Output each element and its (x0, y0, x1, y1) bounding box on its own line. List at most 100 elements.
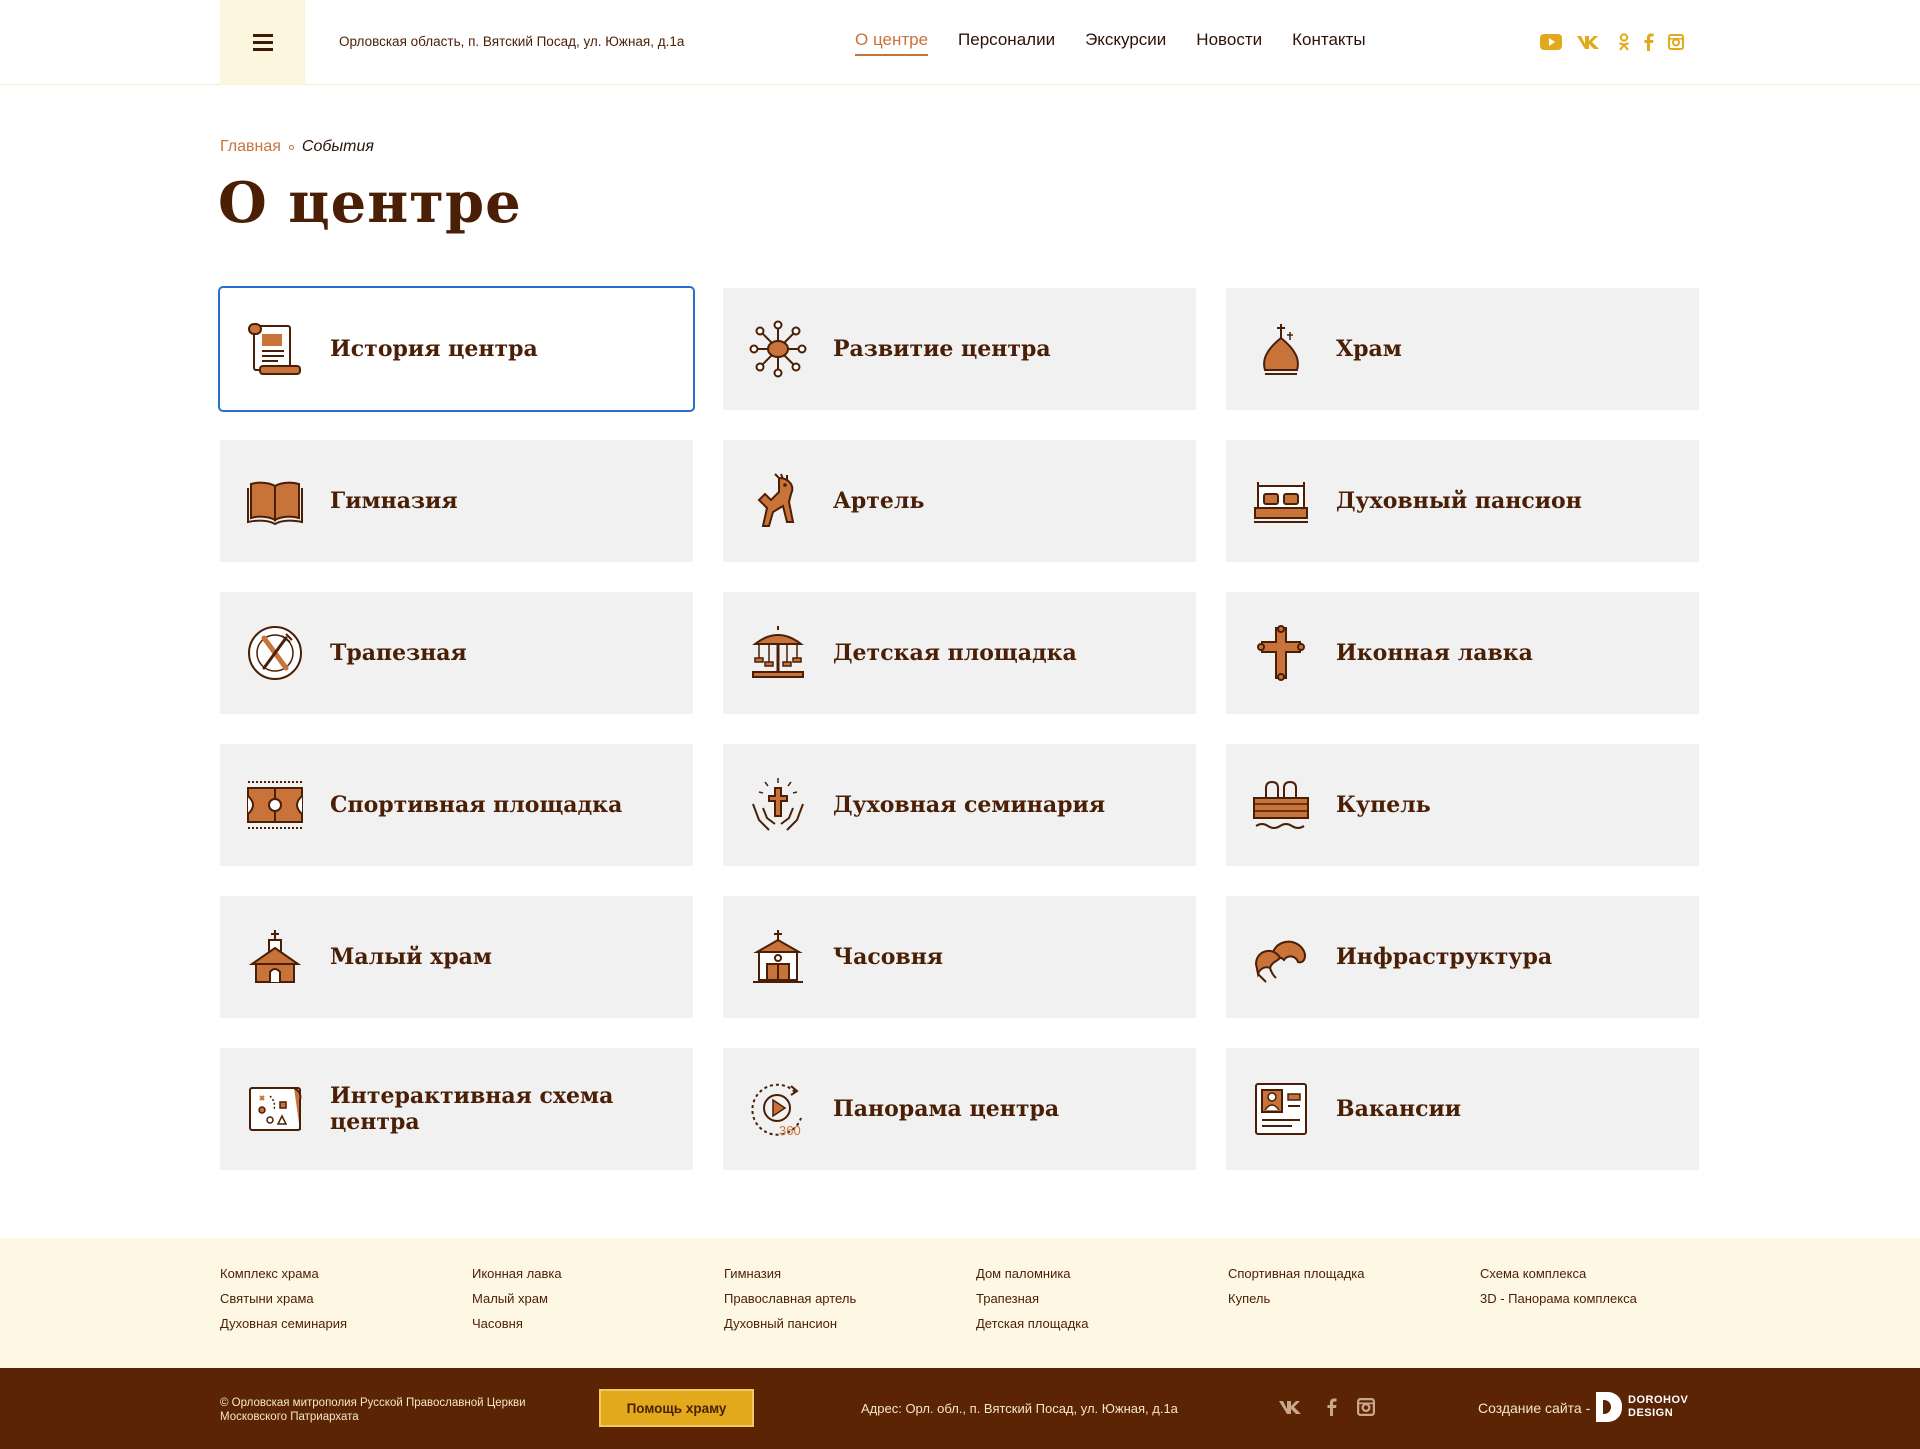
card-label: Купель (1336, 792, 1431, 818)
footer-link[interactable]: Дом паломника (976, 1266, 1228, 1281)
vk-icon[interactable] (1576, 33, 1604, 51)
card-icon-shop[interactable]: Иконная лавка (1226, 592, 1699, 714)
footer-link[interactable]: Малый храм (472, 1291, 724, 1306)
footer-link[interactable]: Духовный пансион (724, 1316, 976, 1331)
help-temple-button[interactable]: Помощь храму (599, 1389, 754, 1427)
card-label: Спортивная площадка (330, 792, 623, 818)
facebook-icon[interactable] (1644, 33, 1654, 51)
footer-links: Комплекс храма Святыни храма Духовная се… (0, 1238, 1920, 1368)
breadcrumb: Главная События (220, 138, 374, 156)
card-vacancies[interactable]: Вакансии (1226, 1048, 1699, 1170)
facebook-icon[interactable] (1327, 1398, 1337, 1421)
footer-column: Спортивная площадка Купель (1228, 1266, 1480, 1331)
church-dome-icon (1263, 324, 1299, 375)
card-seminary[interactable]: Духовная семинария (723, 744, 1196, 866)
nav-item-excursions[interactable]: Экскурсии (1085, 30, 1166, 56)
card-panorama[interactable]: 360 Панорама центра (723, 1048, 1196, 1170)
menu-burger-button[interactable] (220, 0, 305, 85)
resume-icon (1255, 1083, 1307, 1135)
card-label: Иконная лавка (1336, 640, 1533, 666)
footer-link[interactable]: Часовня (472, 1316, 724, 1331)
studio-name-line2: DESIGN (1628, 1407, 1674, 1419)
footer-link[interactable]: Иконная лавка (472, 1266, 724, 1281)
footer-link[interactable]: Детская площадка (976, 1316, 1228, 1331)
chapel-icon (753, 930, 803, 983)
footer-link[interactable]: Купель (1228, 1291, 1480, 1306)
card-label: Вакансии (1336, 1096, 1462, 1122)
main-nav: О центре Персоналии Экскурсии Новости Ко… (855, 30, 1366, 56)
vk-icon[interactable] (1277, 1399, 1307, 1420)
card-infrastructure[interactable]: Инфраструктура (1226, 896, 1699, 1018)
carousel-icon (752, 626, 804, 678)
footer-link[interactable]: Гимназия (724, 1266, 976, 1281)
card-label: Трапезная (330, 640, 467, 666)
card-label: Панорама центра (833, 1096, 1060, 1122)
footer-link[interactable]: Трапезная (976, 1291, 1228, 1306)
card-label: Храм (1336, 336, 1402, 362)
card-label: История центра (330, 336, 538, 362)
card-temple[interactable]: Храм (1226, 288, 1699, 410)
nav-item-about[interactable]: О центре (855, 30, 929, 56)
nav-item-contacts[interactable]: Контакты (1292, 30, 1365, 56)
card-artel[interactable]: Артель (723, 440, 1196, 562)
footer-link[interactable]: Спортивная площадка (1228, 1266, 1480, 1281)
domes-icon (1254, 940, 1306, 983)
footer-column: Комплекс храма Святыни храма Духовная се… (220, 1266, 472, 1331)
section-grid: История центра Развитие центра Храм Гимн… (218, 286, 1701, 1170)
footer-social (1277, 1398, 1375, 1421)
small-church-icon (248, 930, 302, 983)
footer-link[interactable]: Святыни храма (220, 1291, 472, 1306)
network-icon (749, 320, 807, 378)
card-label: Детская площадка (833, 640, 1077, 666)
card-small-temple[interactable]: Малый храм (220, 896, 693, 1018)
card-label: Развитие центра (833, 336, 1051, 362)
header-social (1540, 33, 1684, 51)
footer-address: Адрес: Орл. обл., п. Вятский Посад, ул. … (861, 1401, 1178, 1416)
hands-cross-icon (752, 778, 804, 831)
nav-item-persons[interactable]: Персоналии (958, 30, 1055, 56)
court-icon (247, 781, 303, 829)
scroll-icon (248, 323, 301, 375)
footer-column: Схема комплекса 3D - Панорама комплекса (1480, 1266, 1732, 1331)
studio-name-line1: DOROHOV (1628, 1394, 1689, 1406)
created-by-label: Создание сайта - (1478, 1400, 1591, 1416)
site-footer: © Орловская митрополия Русской Православ… (0, 1368, 1920, 1449)
card-label: Артель (833, 488, 925, 514)
breadcrumb-current: События (301, 138, 374, 155)
pool-icon (1253, 780, 1309, 829)
footer-link[interactable]: 3D - Панорама комплекса (1480, 1291, 1732, 1306)
card-chapel[interactable]: Часовня (723, 896, 1196, 1018)
card-label: Инфраструктура (1336, 944, 1553, 970)
footer-column: Дом паломника Трапезная Детская площадка (976, 1266, 1228, 1331)
card-interactive-map[interactable]: Интерактивная схема центра (220, 1048, 693, 1170)
cross-icon (1257, 625, 1305, 681)
card-development[interactable]: Развитие центра (723, 288, 1196, 410)
studio-logo[interactable]: DOROHOV DESIGN (1596, 1392, 1688, 1422)
footer-link[interactable]: Духовная семинария (220, 1316, 472, 1331)
card-label: Интерактивная схема центра (330, 1083, 614, 1135)
breadcrumb-separator (288, 144, 294, 150)
breadcrumb-home-link[interactable]: Главная (220, 138, 281, 156)
card-gymnasium[interactable]: Гимназия (220, 440, 693, 562)
card-sports[interactable]: Спортивная площадка (220, 744, 693, 866)
youtube-icon[interactable] (1540, 33, 1562, 51)
card-refectory[interactable]: Трапезная (220, 592, 693, 714)
card-label: Духовный пансион (1336, 488, 1582, 514)
instagram-icon[interactable] (1357, 1398, 1375, 1421)
nav-item-news[interactable]: Новости (1196, 30, 1262, 56)
card-playground[interactable]: Детская площадка (723, 592, 1196, 714)
footer-column: Иконная лавка Малый храм Часовня (472, 1266, 724, 1331)
wooden-horse-icon (757, 473, 795, 527)
footer-link[interactable]: Схема комплекса (1480, 1266, 1732, 1281)
book-icon (247, 481, 303, 526)
card-history[interactable]: История центра (218, 286, 695, 412)
instagram-icon[interactable] (1668, 33, 1684, 51)
card-boarding[interactable]: Духовный пансион (1226, 440, 1699, 562)
card-label: Гимназия (330, 488, 458, 514)
card-font[interactable]: Купель (1226, 744, 1699, 866)
footer-link[interactable]: Комплекс храма (220, 1266, 472, 1281)
footer-link[interactable]: Православная артель (724, 1291, 976, 1306)
map-icon (249, 1087, 302, 1131)
hamburger-icon (252, 35, 273, 50)
odnoklassniki-icon[interactable] (1618, 33, 1630, 51)
